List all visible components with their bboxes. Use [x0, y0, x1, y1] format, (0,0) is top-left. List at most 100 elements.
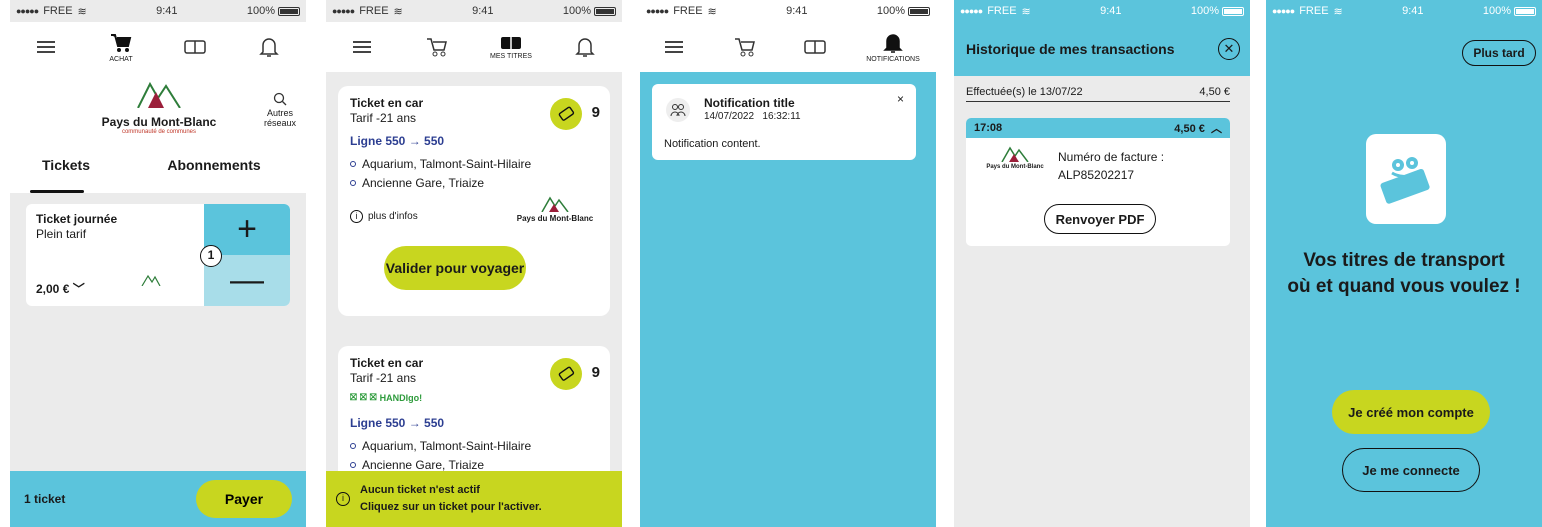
bell-icon — [259, 38, 279, 57]
ticket-count: 9 — [591, 104, 600, 121]
clock: 9:41 — [1100, 5, 1122, 17]
bell-icon — [575, 38, 595, 57]
login-button[interactable]: Je me connecte — [1342, 448, 1480, 492]
title-fare: Tarif -21 ans — [350, 371, 417, 385]
cart-summary-bar: 1 ticket Payer — [10, 471, 306, 527]
notification-date: 14/07/2022 — [704, 111, 755, 122]
other-networks-button[interactable]: Autres réseaux — [264, 92, 296, 129]
battery-icon — [1514, 6, 1536, 16]
menu-button[interactable] — [333, 25, 393, 69]
title-card[interactable]: Ticket en car Tarif -21 ans 9 Ligne 550 … — [338, 86, 610, 316]
validate-travel-button[interactable]: Valider pour voyager — [384, 246, 526, 290]
network-header: Pays du Mont-Blanc communauté de commune… — [10, 72, 306, 145]
cart-icon — [427, 38, 447, 57]
wifi-icon: ≋ — [77, 5, 87, 18]
price-select[interactable]: 2,00 € ﹀ — [36, 280, 85, 297]
nav-notifications-label: NOTIFICATIONS — [866, 55, 920, 63]
notification-time: 16:32:11 — [762, 111, 801, 122]
ticket-stack-icon — [550, 98, 582, 130]
carrier-label: FREE — [359, 5, 389, 17]
wifi-icon: ≋ — [707, 5, 717, 18]
title-name: Ticket en car — [350, 356, 424, 370]
battery-label: 100% — [246, 5, 275, 17]
nav-notifications[interactable] — [239, 25, 299, 69]
status-bar: ●●●●● FREE ≋ 9:41 100% — [954, 0, 1250, 22]
nav-achat[interactable]: ACHAT — [91, 25, 151, 69]
more-info-label: plus d'infos — [368, 211, 418, 222]
battery-label: 100% — [876, 5, 905, 17]
clock: 9:41 — [786, 5, 808, 17]
screen-onboarding: ●●●●● FREE ≋ 9:41 100% Plus tard Vos titre… — [1266, 0, 1542, 527]
resend-pdf-button[interactable]: Renvoyer PDF — [1044, 204, 1156, 234]
product-tabs: Tickets Abonnements — [10, 145, 306, 193]
status-bar: ●●●●● FREE ≋ 9:41 100% — [326, 0, 622, 22]
handi-ticket-icon: ⛝ — [350, 392, 357, 402]
menu-button[interactable] — [645, 25, 705, 69]
ticket-count: 1 ticket — [24, 492, 66, 506]
chevron-down-icon: ﹀ — [72, 282, 85, 296]
nav-achat[interactable] — [715, 25, 775, 69]
brand-name: Pays du Mont-Blanc — [986, 164, 1044, 170]
pay-button[interactable]: Payer — [196, 480, 292, 518]
info-icon: i — [350, 210, 363, 223]
ticket-product-card[interactable]: Ticket journée Plein tarif 2,00 € ﹀ + — — [26, 204, 290, 306]
tab-tickets[interactable]: Tickets — [10, 145, 122, 193]
page-title: Historique de mes transactions — [966, 41, 1175, 57]
ticket-icon — [804, 40, 826, 54]
later-button[interactable]: Plus tard — [1462, 40, 1536, 66]
nav-mes-titres[interactable]: MES TITRES — [481, 25, 541, 69]
handigo-badges: ⛝ ⛝ ⛝ HANDIgo! — [350, 392, 422, 403]
brand-name: Pays du Mont-Blanc — [101, 115, 217, 129]
plus-icon: + — [237, 210, 257, 248]
headline-line-1: Vos titres de transport — [1303, 250, 1505, 271]
clock: 9:41 — [472, 5, 494, 17]
onboarding-headline: Vos titres de transport où et quand vous… — [1266, 248, 1542, 299]
search-icon — [273, 92, 287, 106]
nav-notifications[interactable]: NOTIFICATIONS — [855, 25, 931, 69]
create-account-button[interactable]: Je créé mon compte — [1332, 390, 1490, 434]
nav-notifications[interactable] — [555, 25, 615, 69]
screen-achat: ●●●●● FREE ≋ 9:41 100% ACHAT Pays du Mont-… — [10, 0, 306, 527]
tab-abonnements[interactable]: Abonnements — [122, 145, 306, 193]
menu-button[interactable] — [17, 25, 77, 69]
nav-mes-titres[interactable] — [165, 25, 225, 69]
mountain-logo-icon — [141, 274, 161, 287]
transaction-amount: 4,50 € — [1174, 123, 1205, 135]
screen-transaction-history: ●●●●● FREE ≋ 9:41 100% Historique de mes t… — [954, 0, 1250, 527]
nav-achat[interactable] — [407, 25, 467, 69]
notification-card[interactable]: Notification title 14/07/2022 16:32:11 N… — [652, 84, 916, 160]
hamburger-icon — [37, 41, 55, 53]
carrier-label: FREE — [673, 5, 703, 17]
stop-item: Ancienne Gare, Triaize — [350, 173, 531, 192]
transaction-date-amount: 4,50 € — [1199, 86, 1230, 98]
ticket-count: 9 — [591, 364, 600, 381]
nav-mes-titres[interactable] — [785, 25, 845, 69]
ticket-icon — [184, 40, 206, 54]
stop-name: Ancienne Gare, Triaize — [362, 457, 485, 472]
nav-achat-label: ACHAT — [109, 55, 133, 63]
close-icon[interactable]: × — [897, 92, 904, 106]
headline-line-2: où et quand vous voulez ! — [1287, 275, 1521, 297]
more-info-link[interactable]: i plus d'infos — [350, 210, 418, 223]
wifi-icon: ≋ — [393, 5, 403, 18]
battery-icon — [1222, 6, 1244, 16]
brand-name: Pays du Mont-Blanc — [516, 214, 594, 223]
line-label: Ligne 550 → 550 — [350, 134, 445, 148]
line-label: Ligne 550 → 550 — [350, 416, 445, 430]
invoice-label: Numéro de facture : — [1058, 150, 1165, 164]
history-header: Historique de mes transactions ✕ — [954, 22, 1250, 76]
ticket-brand-logo — [126, 274, 176, 287]
transaction-header-toggle[interactable]: 17:08 4,50 € ︿ — [966, 118, 1230, 138]
ticket-stack-icon — [550, 358, 582, 390]
close-button[interactable]: ✕ — [1218, 38, 1240, 60]
notification-content: Notification content. — [664, 138, 761, 150]
ticket-fare: Plein tarif — [36, 227, 87, 241]
handi-ticket-icon: ⛝ — [359, 392, 367, 402]
nav-mes-titres-label: MES TITRES — [490, 52, 532, 60]
pays-mont-blanc-logo: Pays du Mont-Blanc — [976, 146, 1054, 170]
status-bar: ●●●●● FREE ≋ 9:41 100% — [640, 0, 936, 22]
carrier-label: FREE — [43, 5, 73, 17]
screen-mes-titres: ●●●●● FREE ≋ 9:41 100% MES TITRES Ticket e… — [326, 0, 622, 527]
ticket-title: Ticket journée — [36, 212, 118, 226]
ticket-icon — [501, 36, 521, 49]
